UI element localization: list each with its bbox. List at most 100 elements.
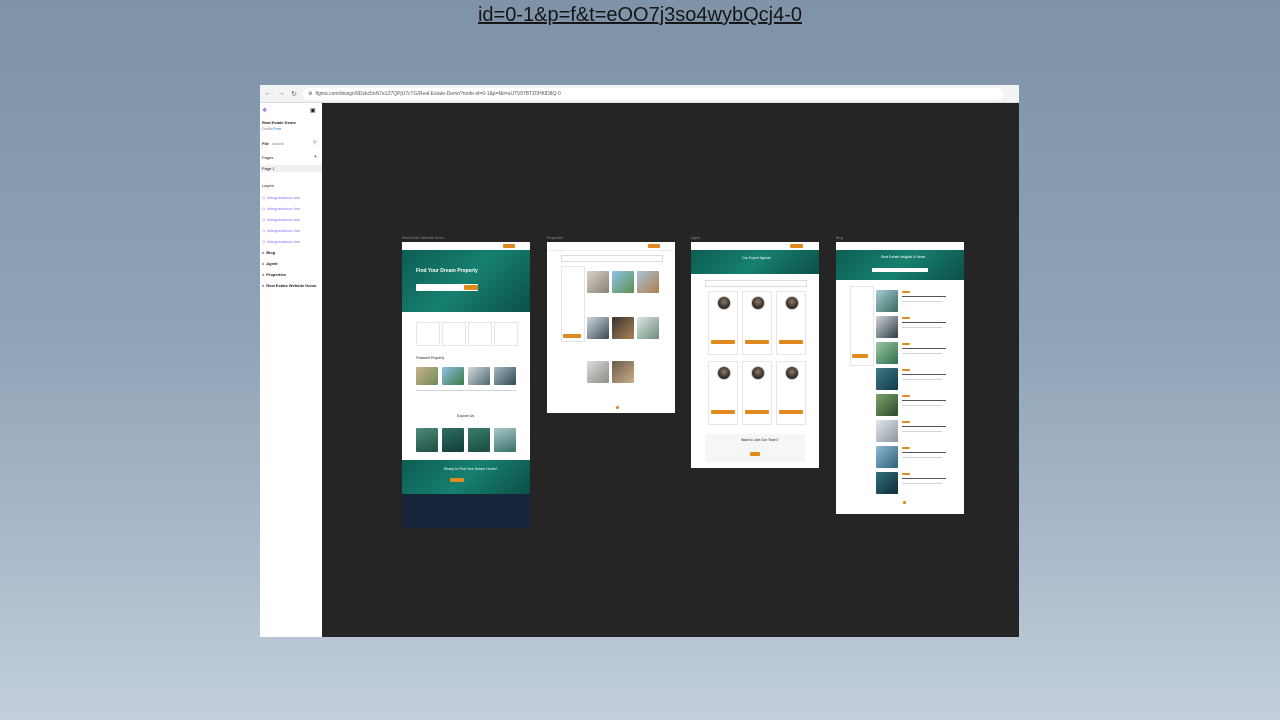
reload-icon[interactable]: ↻ (290, 90, 298, 98)
blog-post-title-line (902, 296, 946, 297)
blog-hero-title: Real Estate Insights & News (881, 255, 926, 259)
component-icon: ◇ (262, 239, 266, 244)
layer-item[interactable]: ◇ inlinguscdecor-line (262, 217, 300, 222)
properties-listing-image (587, 317, 609, 339)
layer-label: Properties (266, 272, 287, 277)
properties-search-bar (561, 255, 663, 262)
layer-label: Real Estate Website Demo (266, 283, 317, 288)
agent-card (776, 291, 806, 355)
pages-heading: Pages (262, 155, 274, 160)
blog-post-excerpt-line (902, 301, 942, 302)
agent-contact-button (745, 410, 769, 414)
layer-item[interactable]: # Real Estate Website Demo (262, 283, 316, 288)
blog-post-title-line (902, 400, 946, 401)
home-hero-title: Find Your Dream Property (416, 268, 478, 274)
address-bar[interactable]: ⚙ figma.com/design/9Dzkc5nN7e1Z7QPjU7cTG… (303, 87, 1003, 100)
blog-post-tag (902, 447, 910, 449)
home-feature-cards (416, 322, 518, 346)
agent-avatar (751, 296, 765, 310)
home-hero (402, 250, 530, 312)
file-name[interactable]: Real Estate Demo (262, 120, 296, 125)
browser-toolbar: ← → ↻ ⚙ figma.com/design/9Dzkc5nN7e1Z7QP… (260, 85, 1019, 103)
frame-properties[interactable] (547, 242, 675, 413)
blog-post-excerpt-line (902, 353, 942, 354)
frame-home[interactable]: Find Your Dream Property Featured Proper… (402, 242, 530, 528)
agent-card (708, 361, 738, 425)
figma-canvas[interactable]: Real Estate Website Demo Find Your Dream… (322, 103, 1019, 637)
blog-post-excerpt-line (902, 483, 942, 484)
overlay-url-text: id=0-1&p=f&t=eOO7j3so4wybQcj4-0 (477, 4, 803, 26)
home-property-image (416, 367, 438, 385)
browser-window: ← → ↻ ⚙ figma.com/design/9Dzkc5nN7e1Z7QP… (260, 85, 1019, 637)
blog-post-image (876, 342, 898, 364)
forward-icon[interactable]: → (277, 90, 285, 97)
search-icon[interactable]: ⚲ (313, 140, 317, 146)
blog-post-excerpt-line (902, 405, 942, 406)
agent-card (742, 291, 772, 355)
add-page-icon[interactable]: + (314, 154, 317, 160)
tab-assets[interactable]: Assets (272, 141, 284, 146)
layers-heading: Layers (262, 183, 275, 188)
layer-item[interactable]: ◇ inlinguscdecor-line (262, 195, 300, 200)
blog-subscribe-button (852, 354, 868, 358)
properties-filter-panel (561, 266, 585, 342)
properties-pagination-active (616, 406, 619, 409)
agent-card (742, 361, 772, 425)
agent-hero (691, 250, 819, 274)
frame-icon: # (262, 250, 265, 255)
properties-listing-image (612, 361, 634, 383)
frame-label-blog[interactable]: Blog (836, 236, 843, 240)
agent-contact-button (779, 410, 803, 414)
figma-menu-icon[interactable]: ❖ (262, 107, 267, 114)
frame-blog[interactable]: Real Estate Insights & News (836, 242, 964, 514)
page-1[interactable]: Page 1 (262, 166, 275, 171)
agent-hero-title: Our Expert Agents (742, 256, 771, 260)
layer-item[interactable]: ◇ inlinguscdecor-line (262, 239, 300, 244)
blog-post-image (876, 472, 898, 494)
blog-post-excerpt-line (902, 431, 942, 432)
home-cta-section (402, 460, 530, 494)
home-featured-title: Featured Property (416, 356, 445, 360)
home-property-image (468, 367, 490, 385)
file-location: Drafts (262, 126, 273, 131)
agent-card (708, 291, 738, 355)
back-icon[interactable]: ← (264, 90, 272, 97)
frame-agent[interactable]: Our Expert Agents Want to Join Our Team? (691, 242, 819, 468)
layer-item[interactable]: ◇ inlinguscdecor-line (262, 228, 300, 233)
component-icon: ◇ (262, 217, 266, 222)
frame-icon: # (262, 261, 265, 266)
address-text: figma.com/design/9Dzkc5nN7e1Z7QPjU7cTG/R… (315, 90, 561, 97)
frame-label-home[interactable]: Real Estate Website Demo (402, 236, 444, 240)
figma-layers-panel: ❖ ▣ Real Estate Demo Drafts Free File As… (260, 103, 323, 637)
blog-post-tag (902, 395, 910, 397)
properties-listing-image (612, 317, 634, 339)
blog-pagination-active (903, 501, 906, 504)
blog-post-image (876, 446, 898, 468)
blog-post-tag (902, 473, 910, 475)
agent-avatar (785, 296, 799, 310)
agent-avatar (717, 366, 731, 380)
layer-item[interactable]: # Agent (262, 261, 278, 266)
frame-label-agent[interactable]: Agent (691, 236, 700, 240)
component-icon: ◇ (262, 206, 266, 211)
frame-label-properties[interactable]: Properties (547, 236, 563, 240)
agent-contact-button (745, 340, 769, 344)
component-icon: ◇ (262, 195, 266, 200)
properties-filter-button (563, 334, 581, 338)
panel-toggle-icon[interactable]: ▣ (310, 107, 316, 114)
layer-item[interactable]: # Blog (262, 250, 275, 255)
home-explore-image (416, 428, 438, 452)
properties-listing-image (587, 361, 609, 383)
agent-contact-button (779, 340, 803, 344)
layer-item[interactable]: ◇ inlinguscdecor-line (262, 206, 300, 211)
blog-search-bar (872, 268, 928, 272)
home-explore-title: Explore Us (457, 414, 475, 418)
layer-label: Blog (266, 250, 276, 255)
layer-item[interactable]: # Properties (262, 272, 286, 277)
layer-label: inlinguscdecor-line (267, 217, 301, 222)
home-search-button (464, 285, 478, 290)
site-info-icon[interactable]: ⚙ (308, 91, 312, 97)
tab-file[interactable]: File (262, 141, 269, 146)
agent-contact-button (711, 410, 735, 414)
agent-avatar (717, 296, 731, 310)
